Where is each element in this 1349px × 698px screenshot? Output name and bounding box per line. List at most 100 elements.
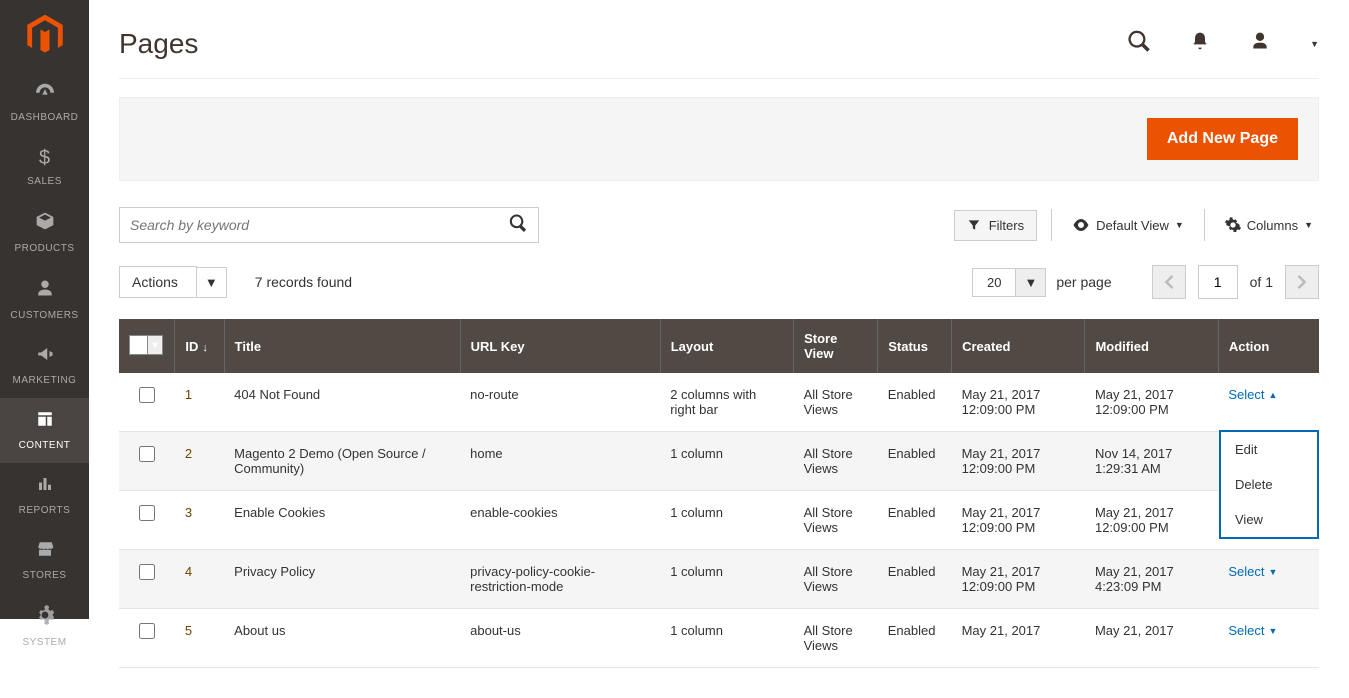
page-title: Pages	[119, 28, 198, 60]
col-id-header[interactable]: ID↓	[175, 319, 224, 373]
nav-reports[interactable]: REPORTS	[0, 463, 89, 528]
row-checkbox[interactable]	[139, 564, 155, 580]
chevron-icon: ▼	[1268, 567, 1277, 577]
row-status: Enabled	[878, 373, 952, 432]
row-layout: 1 column	[660, 550, 793, 609]
chevron-down-icon[interactable]: ▼	[197, 267, 227, 298]
nav-customers[interactable]: CUSTOMERS	[0, 266, 89, 333]
user-icon[interactable]	[1250, 30, 1270, 58]
nav-products[interactable]: PRODUCTS	[0, 199, 89, 266]
row-modified: May 21, 2017	[1085, 609, 1218, 668]
actions-select[interactable]: Actions ▼	[119, 266, 227, 298]
nav-label: STORES	[23, 570, 67, 581]
row-title: 404 Not Found	[224, 373, 460, 432]
dropdown-edit[interactable]: Edit	[1221, 432, 1317, 467]
dropdown-view[interactable]: View	[1221, 502, 1317, 537]
pagination: 20 ▼ per page of 1	[972, 265, 1319, 299]
row-action-select[interactable]: Select ▼	[1228, 623, 1277, 638]
row-status: Enabled	[878, 491, 952, 550]
filters-button[interactable]: Filters	[954, 210, 1037, 241]
row-action-select[interactable]: Select ▲	[1228, 387, 1277, 402]
table-row: 2Magento 2 Demo (Open Source / Community…	[119, 432, 1319, 491]
row-layout: 1 column	[660, 432, 793, 491]
row-title: Privacy Policy	[224, 550, 460, 609]
dropdown-delete[interactable]: Delete	[1221, 467, 1317, 502]
table-row: 4Privacy Policyprivacy-policy-cookie-res…	[119, 550, 1319, 609]
row-id[interactable]: 5	[185, 623, 192, 638]
user-dropdown-icon[interactable]: ▼	[1310, 39, 1319, 49]
nav-stores[interactable]: STORES	[0, 528, 89, 593]
dollar-icon: $	[39, 147, 50, 170]
row-created: May 21, 2017 12:09:00 PM	[952, 550, 1085, 609]
page-input[interactable]	[1198, 265, 1238, 299]
row-created: May 21, 2017	[952, 609, 1085, 668]
sort-down-icon: ↓	[202, 342, 208, 354]
nav-marketing[interactable]: MARKETING	[0, 333, 89, 398]
row-modified: May 21, 2017 12:09:00 PM	[1085, 373, 1218, 432]
logo[interactable]	[0, 0, 89, 70]
search-button[interactable]	[508, 213, 528, 238]
row-status: Enabled	[878, 432, 952, 491]
nav-content[interactable]: CONTENT	[0, 398, 89, 463]
row-storeview: All Store Views	[794, 432, 878, 491]
row-checkbox[interactable]	[139, 623, 155, 639]
col-title-header[interactable]: Title	[224, 319, 460, 373]
row-status: Enabled	[878, 550, 952, 609]
col-modified-header[interactable]: Modified	[1085, 319, 1218, 373]
row-created: May 21, 2017 12:09:00 PM	[952, 373, 1085, 432]
default-view-button[interactable]: Default View ▼	[1066, 211, 1190, 240]
row-storeview: All Store Views	[794, 373, 878, 432]
table-row: 3Enable Cookiesenable-cookies1 columnAll…	[119, 491, 1319, 550]
header-icons: ▼	[1128, 30, 1319, 58]
row-checkbox[interactable]	[139, 387, 155, 403]
row-layout: 1 column	[660, 609, 793, 668]
nav-label: PRODUCTS	[14, 243, 74, 254]
gear-icon	[1225, 217, 1241, 233]
search-input[interactable]	[130, 217, 508, 233]
row-action-select[interactable]: Select ▼	[1228, 564, 1277, 579]
search-box	[119, 207, 539, 243]
add-new-page-button[interactable]: Add New Page	[1147, 118, 1298, 160]
per-page-select[interactable]: 20 ▼	[972, 268, 1046, 297]
gauge-icon	[34, 82, 56, 106]
col-checkbox-header[interactable]: ▼	[119, 319, 175, 373]
col-storeview-header[interactable]: Store View	[794, 319, 878, 373]
row-id[interactable]: 2	[185, 446, 192, 461]
records-found: 7 records found	[255, 274, 352, 290]
nav-label: SALES	[27, 176, 62, 187]
chevron-right-icon	[1297, 275, 1307, 289]
bar-chart-icon	[35, 475, 55, 499]
next-page-button[interactable]	[1285, 265, 1319, 299]
sidebar: DASHBOARD $ SALES PRODUCTS CUSTOMERS MAR…	[0, 0, 89, 619]
per-page-value: 20	[972, 268, 1016, 297]
col-layout-header[interactable]: Layout	[660, 319, 793, 373]
col-urlkey-header[interactable]: URL Key	[460, 319, 660, 373]
row-modified: May 21, 2017 4:23:09 PM	[1085, 550, 1218, 609]
col-status-header[interactable]: Status	[878, 319, 952, 373]
row-layout: 1 column	[660, 491, 793, 550]
action-dropdown: Edit Delete View	[1219, 430, 1319, 539]
row-urlkey: about-us	[460, 609, 660, 668]
row-storeview: All Store Views	[794, 609, 878, 668]
box-icon	[35, 211, 55, 237]
row-id[interactable]: 4	[185, 564, 192, 579]
per-page-label: per page	[1056, 274, 1111, 290]
nav-dashboard[interactable]: DASHBOARD	[0, 70, 89, 135]
row-checkbox[interactable]	[139, 446, 155, 462]
row-id[interactable]: 3	[185, 505, 192, 520]
row-storeview: All Store Views	[794, 491, 878, 550]
nav-sales[interactable]: $ SALES	[0, 135, 89, 199]
chevron-down-icon[interactable]: ▼	[1016, 268, 1046, 297]
default-view-label: Default View	[1096, 218, 1169, 233]
columns-button[interactable]: Columns ▼	[1219, 210, 1319, 240]
magento-logo-icon	[27, 15, 63, 55]
divider	[1204, 209, 1205, 241]
bell-icon[interactable]	[1190, 30, 1210, 58]
col-created-header[interactable]: Created	[952, 319, 1085, 373]
nav-label: CUSTOMERS	[10, 310, 78, 321]
prev-page-button[interactable]	[1152, 265, 1186, 299]
row-id[interactable]: 1	[185, 387, 192, 402]
layout-icon	[35, 410, 55, 434]
search-icon[interactable]	[1128, 30, 1150, 58]
row-checkbox[interactable]	[139, 505, 155, 521]
